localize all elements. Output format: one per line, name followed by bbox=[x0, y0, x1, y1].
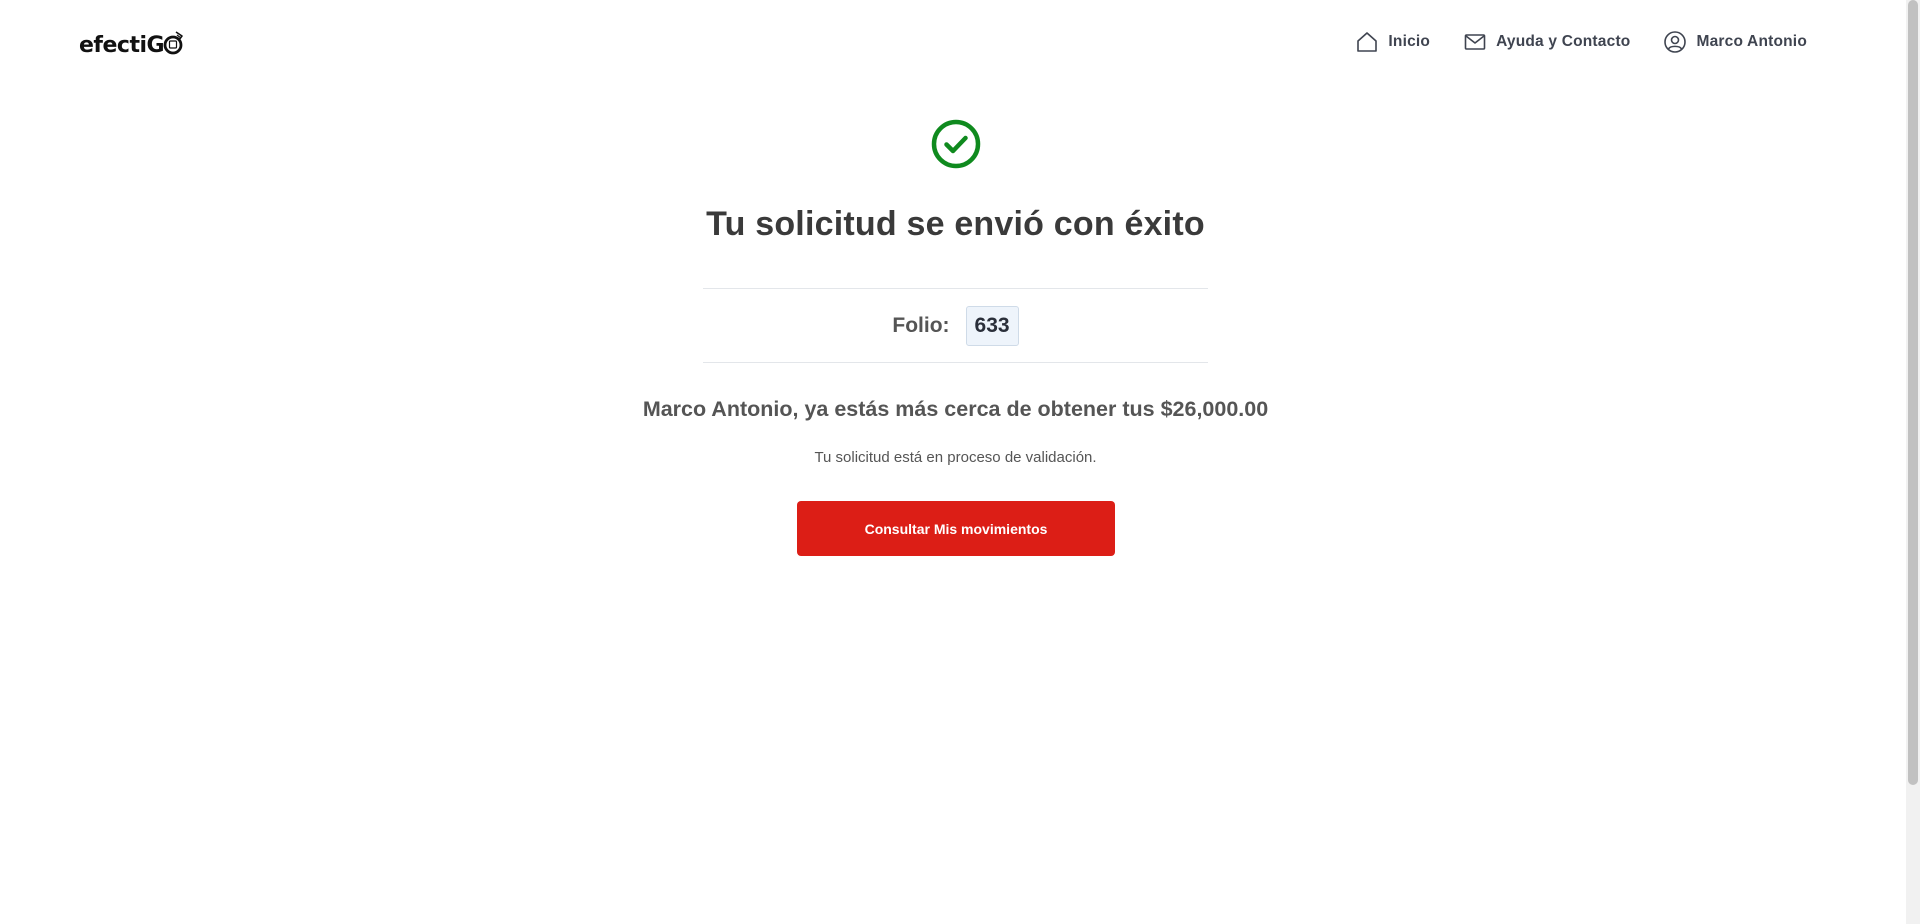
mail-icon bbox=[1463, 30, 1487, 54]
user-circle-icon bbox=[1663, 30, 1687, 54]
nav-item-label: Inicio bbox=[1388, 33, 1431, 50]
nav-item-ayuda-contacto[interactable]: Ayuda y Contacto bbox=[1463, 30, 1630, 54]
efectigo-logo[interactable]: efectiG bbox=[79, 28, 185, 64]
success-message: Marco Antonio, ya estás más cerca de obt… bbox=[642, 397, 1269, 421]
nav-item-inicio[interactable]: Inicio bbox=[1355, 30, 1430, 54]
folio-section: Folio: 633 bbox=[703, 288, 1208, 363]
scrollbar-thumb[interactable] bbox=[1908, 0, 1918, 785]
page-title: Tu solicitud se envió con éxito bbox=[706, 205, 1205, 243]
home-icon bbox=[1355, 30, 1379, 54]
folio-label: Folio: bbox=[892, 313, 950, 337]
consultar-movimientos-button[interactable]: Consultar Mis movimientos bbox=[797, 501, 1115, 556]
scrollbar-track[interactable] bbox=[1906, 0, 1920, 924]
main-nav: Inicio Ayuda y Contacto Marco Antonio bbox=[1355, 30, 1807, 54]
folio-value: 633 bbox=[965, 305, 1019, 346]
nav-item-label: Marco Antonio bbox=[1696, 33, 1807, 50]
nav-item-user-profile[interactable]: Marco Antonio bbox=[1663, 30, 1807, 54]
logo-mark-icon bbox=[163, 30, 185, 61]
nav-item-label: Ayuda y Contacto bbox=[1496, 33, 1631, 50]
validation-status-text: Tu solicitud está en proceso de validaci… bbox=[814, 449, 1097, 466]
logo-text: efectiG bbox=[79, 33, 165, 58]
page: efectiG Inicio Ayuda y Contacto Marco An… bbox=[0, 0, 1920, 924]
check-circle-icon bbox=[931, 119, 981, 169]
top-header: efectiG Inicio Ayuda y Contacto Marco An… bbox=[0, 0, 1906, 90]
